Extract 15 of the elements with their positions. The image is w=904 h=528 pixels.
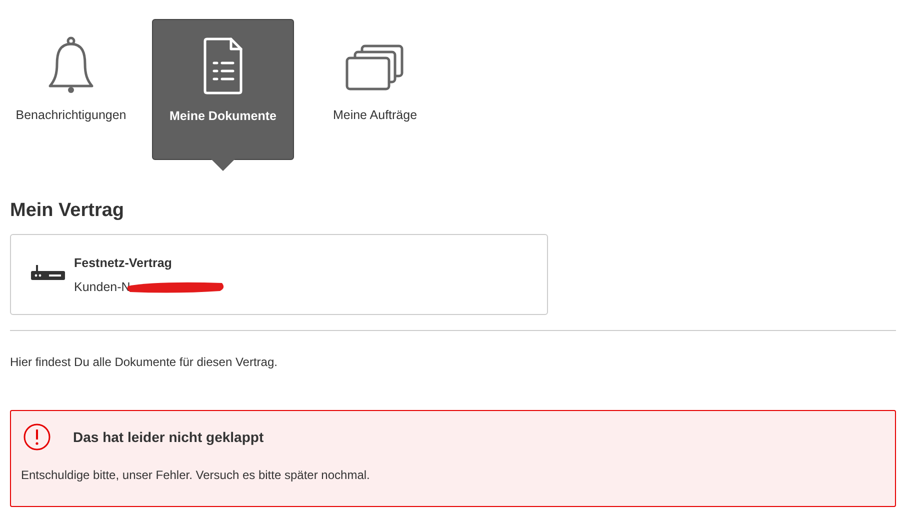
tab[interactable]: Benachrichtigungen bbox=[0, 19, 142, 160]
router-icon bbox=[31, 264, 65, 280]
document-icon bbox=[201, 37, 245, 95]
warning-icon bbox=[23, 423, 51, 451]
tab-pointer bbox=[211, 159, 235, 171]
contract-title: Festnetz-Vertrag bbox=[74, 256, 173, 270]
error-title: Das hat leider nicht geklappt bbox=[73, 429, 264, 445]
bell-icon bbox=[47, 36, 95, 94]
contract-card[interactable]: Festnetz-Vertrag Kunden-N bbox=[10, 234, 548, 315]
section-heading: Mein Vertrag bbox=[10, 200, 126, 222]
cards-stack-icon bbox=[344, 44, 406, 92]
intro-text: Hier findest Du alle Dokumente für diesen Vertrag. bbox=[10, 355, 278, 369]
error-message: Entschuldige bitte, unser Fehler. Versuch es bitte später nochmal. bbox=[21, 468, 371, 482]
tab[interactable]: Meine Aufträge bbox=[304, 19, 446, 160]
customer-number-label: Kunden-N bbox=[74, 280, 130, 294]
